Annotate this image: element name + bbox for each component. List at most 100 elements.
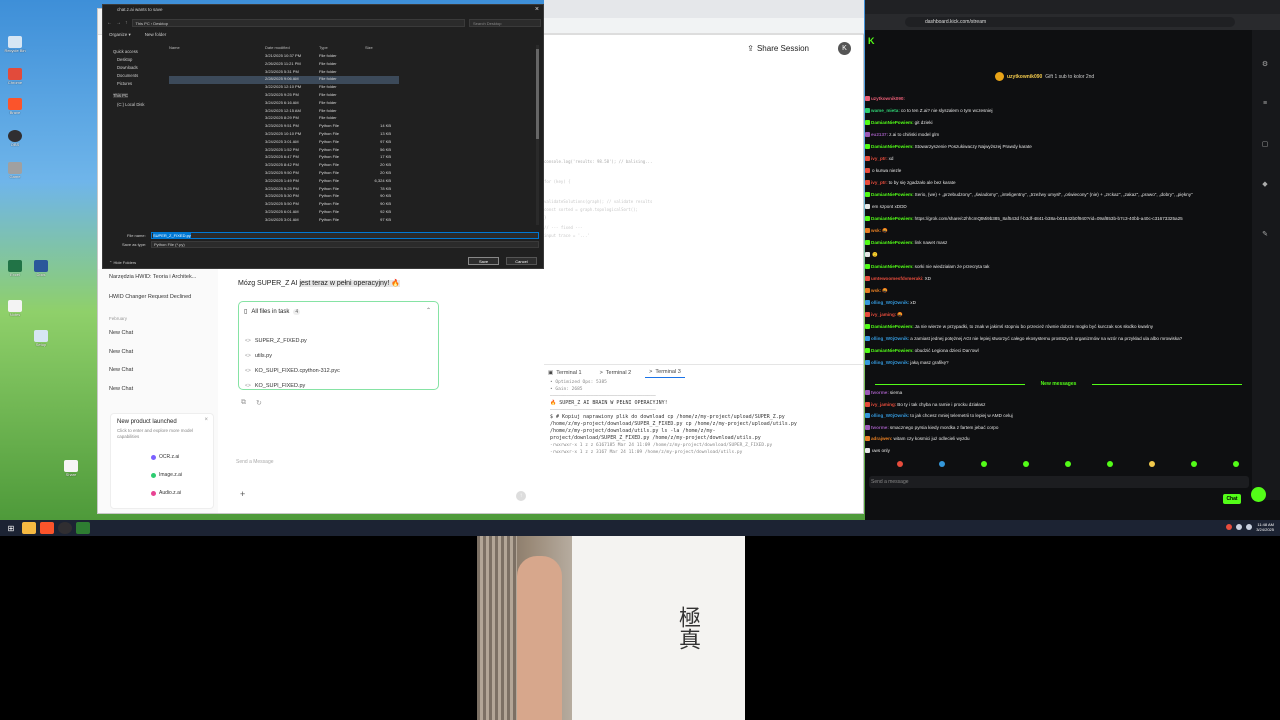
obs-icon[interactable]: [58, 522, 72, 534]
audio-link[interactable]: Audio.z.ai: [151, 490, 181, 496]
sidebar-item-chat[interactable]: New Chat: [109, 349, 133, 355]
file-row[interactable]: badacze_jadziaTE.py3/23/2025 10:10 PMPyt…: [169, 131, 399, 139]
new-messages-divider[interactable]: New messages: [865, 381, 1252, 387]
chat-username[interactable]: umtewoomesfdvmeraki:: [871, 276, 924, 281]
chat-username[interactable]: wsk:: [871, 228, 881, 233]
desktop-icon[interactable]: Setup: [30, 330, 52, 350]
scrollbar-thumb[interactable]: [536, 49, 539, 139]
chat-username[interactable]: adrajwen:: [871, 436, 892, 441]
file-row[interactable]: LOGISTRAMESC_FORENSIC - Copy.py3/24/2025…: [169, 217, 399, 225]
chat-username[interactable]: olling_W0jOwnik:: [871, 360, 909, 365]
chevron-up-icon[interactable]: ⌃: [426, 307, 431, 314]
tray-icon[interactable]: [1226, 524, 1233, 530]
volume-icon[interactable]: [1246, 524, 1253, 530]
file-name-input[interactable]: SUPER_Z_FIXED.py: [151, 232, 539, 239]
new-folder-button[interactable]: New folder: [145, 32, 167, 38]
emote-icon[interactable]: [897, 461, 903, 467]
clock[interactable]: 11:48 AM 3/24/2025: [1256, 522, 1274, 532]
up-arrow-icon[interactable]: ↑: [125, 20, 128, 26]
organize-button[interactable]: Organize ▾: [109, 32, 131, 38]
chat-username[interactable]: olling_W0jOwnik:: [871, 336, 909, 341]
file-row[interactable]: PAKIET DOWODY NA MICROSOFT3/24/2025 12:1…: [169, 108, 399, 116]
chat-username[interactable]: DamianNiePowiem:: [871, 348, 914, 353]
desktop-icon[interactable]: Recycle Bin: [4, 36, 26, 56]
close-icon[interactable]: ×: [535, 6, 539, 13]
file-row[interactable]: AGI_MONOLIT3/21/2025 10:37 PMFile folder: [169, 53, 399, 61]
search-input[interactable]: Search Desktop: [469, 19, 541, 27]
file-row[interactable]: logistramesc_v3_LAST WORKuesfuesfuesf.py…: [169, 209, 399, 217]
cancel-button[interactable]: Cancel: [506, 257, 537, 265]
plus-icon[interactable]: +: [240, 489, 245, 499]
file-item[interactable]: <> utils.py: [245, 353, 272, 359]
desktop-icon[interactable]: Share: [60, 460, 82, 480]
new-product-card[interactable]: New product launched × Click to enter an…: [110, 413, 214, 509]
chat-username[interactable]: eu2137:: [871, 132, 888, 137]
tab-terminal-3[interactable]: > Terminal 3: [645, 369, 685, 378]
copy-icon[interactable]: ⧉: [241, 399, 246, 407]
column-name[interactable]: Name: [169, 45, 180, 50]
sidebar-item-chat[interactable]: New Chat: [109, 330, 133, 336]
chat-username[interactable]: wsk:: [871, 288, 881, 293]
file-item[interactable]: <> KO_SUPI_FIXED.py: [245, 383, 305, 389]
file-row[interactable]: COSMIC.py3/23/2025 1:52 PMPython File56 …: [169, 147, 399, 155]
windows-start-icon[interactable]: ⊞: [4, 522, 18, 534]
tab-terminal-2[interactable]: > Terminal 2: [596, 369, 636, 378]
desktop-icon[interactable]: Excel: [4, 260, 26, 280]
chat-input[interactable]: Send a message: [869, 476, 1249, 488]
nav-quick-access[interactable]: Quick access: [113, 49, 138, 54]
chat-username[interactable]: DamianNiePowiem:: [871, 192, 914, 197]
brave-icon[interactable]: [40, 522, 54, 534]
ocr-link[interactable]: OCR.z.ai: [151, 454, 179, 460]
app-icon[interactable]: [76, 522, 90, 534]
file-row[interactable]: edytor_naprawiony.py3/23/2025 9:50 PMPyt…: [169, 170, 399, 178]
emote-icon[interactable]: [1023, 461, 1029, 467]
file-row[interactable]: logistramesc_v3_LAST WORK.py3/23/2025 5:…: [169, 201, 399, 209]
sidebar-item-chat[interactable]: New Chat: [109, 367, 133, 373]
emote-icon[interactable]: [981, 461, 987, 467]
chat-username[interactable]: DamianNiePowiem:: [871, 240, 914, 245]
chat-username[interactable]: wame_mieta:: [871, 108, 900, 113]
send-button[interactable]: ↑: [516, 491, 526, 501]
emote-icon[interactable]: [1065, 461, 1071, 467]
sidebar-item-chat[interactable]: New Chat: [109, 386, 133, 392]
emote-icon[interactable]: [1233, 461, 1239, 467]
forward-arrow-icon[interactable]: →: [116, 20, 121, 26]
nav-desktop[interactable]: Desktop: [117, 57, 132, 62]
chat-username[interactable]: tworme:: [871, 425, 889, 430]
chat-username[interactable]: DamianNiePowiem:: [871, 324, 914, 329]
nav-local-disk[interactable]: (C:) Local Disk: [117, 102, 144, 107]
nav-documents[interactable]: Documents: [117, 73, 138, 78]
refresh-icon[interactable]: ↻: [256, 399, 262, 407]
chat-username[interactable]: olling_W0jOwnik:: [871, 300, 909, 305]
file-row[interactable]: LOGISTRAMESC_FFFFFFFFFFFF (7).py3/23/202…: [169, 186, 399, 194]
desktop-icon[interactable]: Brave: [4, 98, 26, 118]
chat-username[interactable]: ivy_ptr:: [871, 180, 888, 185]
status-icon[interactable]: [1251, 487, 1266, 502]
emote-icon[interactable]: [939, 461, 945, 467]
chat-username[interactable]: olling_W0jOwnik:: [871, 413, 909, 418]
file-row[interactable]: KOSMICZNA POTEGA.py3/22/2025 1:49 PMPyth…: [169, 178, 399, 186]
file-row[interactable]: DEFENDWIRE_FAKELT_HIERARCHY_SILNIK2/26/2…: [169, 61, 399, 69]
share-session-button[interactable]: ⇪ Share Session: [747, 44, 809, 53]
emote-icon[interactable]: [1191, 461, 1197, 467]
nav-downloads[interactable]: Downloads: [117, 65, 138, 70]
nav-pictures[interactable]: Pictures: [117, 81, 132, 86]
file-row[interactable]: system3/22/2025 8:29 PMFile folder: [169, 115, 399, 123]
column-size[interactable]: Size: [365, 45, 373, 50]
chat-username[interactable]: ivy_ptr:: [871, 156, 888, 161]
file-row[interactable]: badacze_jadzia.py3/23/2025 9:51 PMPython…: [169, 123, 399, 131]
file-row[interactable]: HWID3/22/2025 12:10 PMFile folder: [169, 84, 399, 92]
sidebar-item-chat[interactable]: HWID Changer Request Declined: [109, 294, 191, 300]
file-row[interactable]: def_analyze02.py3/23/2025 6:47 PMPython …: [169, 154, 399, 162]
emote-icon[interactable]: [1107, 461, 1113, 467]
nav-this-pc[interactable]: This PC: [113, 93, 128, 98]
back-arrow-icon[interactable]: ←: [107, 20, 112, 26]
chat-username[interactable]: DamianNiePowiem:: [871, 216, 914, 221]
desktop-icon[interactable]: Docs: [30, 260, 52, 280]
file-row[interactable]: edytor.py3/23/2025 8:42 PMPython File20 …: [169, 162, 399, 170]
chat-username[interactable]: DamianNiePowiem:: [871, 120, 914, 125]
file-row[interactable]: Drift-Kwasowka3/23/2025 5:31 PMFile fold…: [169, 69, 399, 77]
address-bar[interactable]: dashboard.kick.com/stream: [905, 17, 1235, 27]
kick-logo[interactable]: K: [868, 36, 875, 46]
chat-username[interactable]: ivy_jaming:: [871, 312, 896, 317]
